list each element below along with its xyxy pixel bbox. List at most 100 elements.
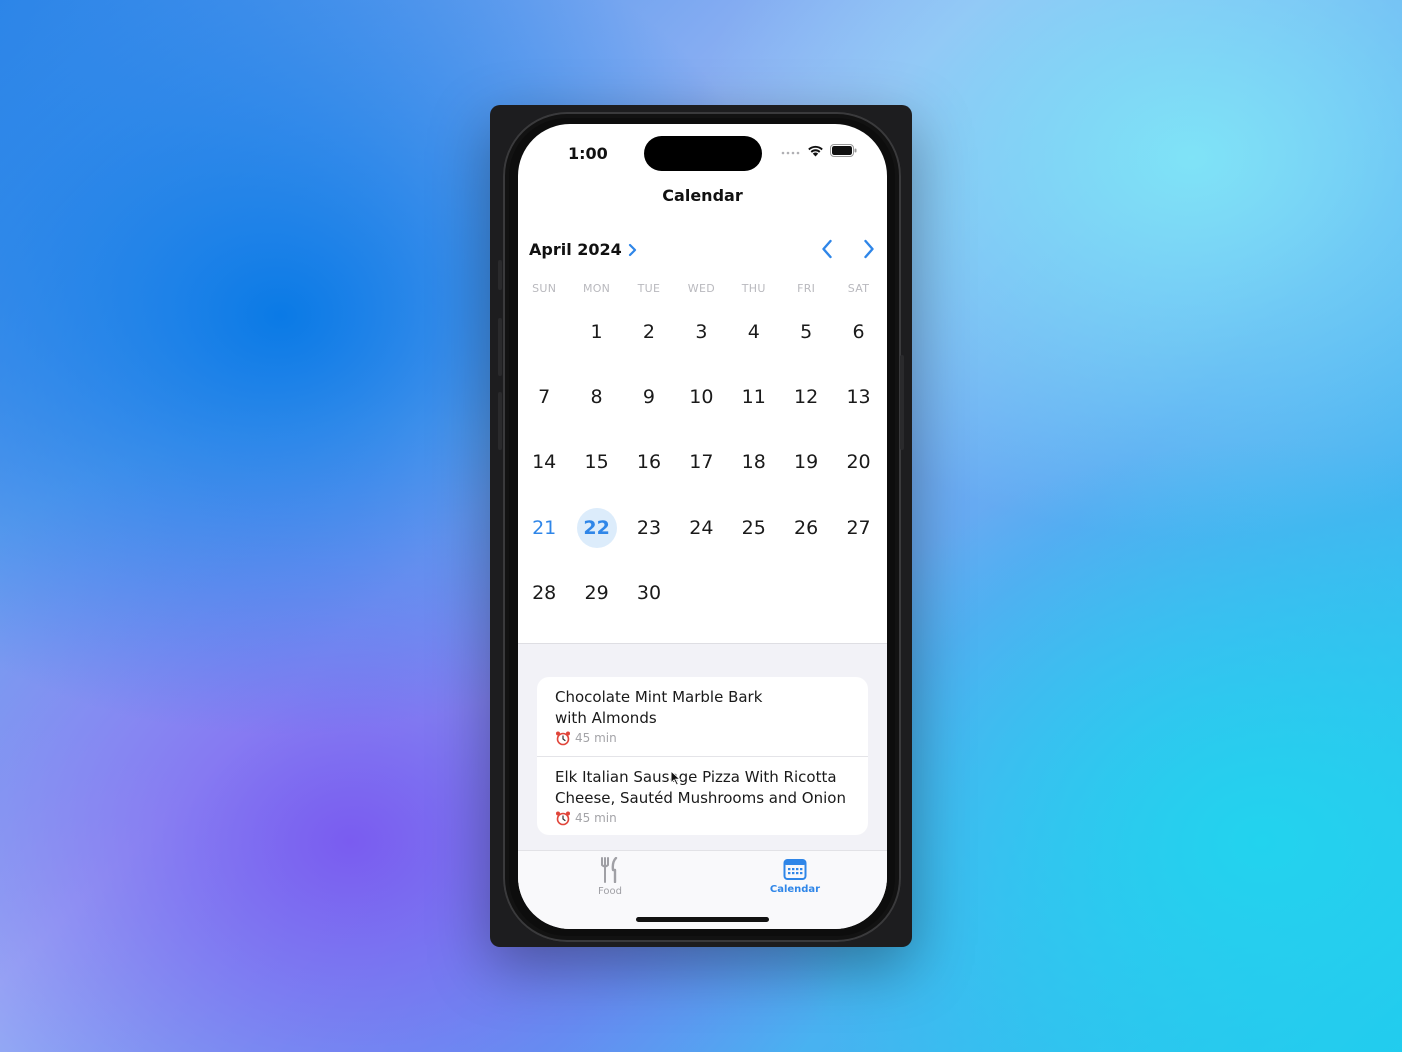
- chevron-right-icon: [628, 243, 636, 256]
- day-number: 6: [852, 320, 865, 343]
- day-number: 9: [642, 385, 656, 408]
- day-cell[interactable]: 15: [570, 441, 622, 483]
- day-cell[interactable]: 3: [675, 311, 727, 353]
- day-number: 18: [741, 451, 766, 474]
- recipe-row[interactable]: Elk Italian Sausage Pizza With Ricotta C…: [537, 756, 868, 835]
- day-cell[interactable]: 14: [518, 441, 570, 483]
- day-number: 27: [846, 516, 871, 539]
- tab-food-label: Food: [598, 886, 622, 897]
- recipe-title-line: with Almonds: [555, 709, 657, 727]
- day-number: 5: [800, 320, 813, 343]
- recipe-time: 45 min: [575, 811, 617, 825]
- previous-month-button[interactable]: [815, 236, 839, 262]
- day-number: 4: [747, 320, 760, 343]
- day-number: 13: [846, 385, 871, 408]
- recipe-row[interactable]: Chocolate Mint Marble Bark with Almonds …: [537, 677, 868, 756]
- day-cell[interactable]: 13: [832, 376, 884, 418]
- day-cell[interactable]: 5: [780, 311, 832, 353]
- calendar-week: 7 8 9 10 11 12 13: [518, 364, 887, 429]
- day-cell[interactable]: 2: [623, 311, 675, 353]
- day-number: 26: [794, 516, 819, 539]
- month-picker-button[interactable]: April 2024: [529, 240, 637, 259]
- day-number: 1: [590, 320, 603, 343]
- day-cell[interactable]: 24: [675, 507, 727, 549]
- day-cell[interactable]: 29: [570, 572, 622, 614]
- phone-screen: 1:00 Calendar April 2024 SUN MON TUE WED…: [518, 124, 887, 929]
- fork-knife-icon: [601, 857, 618, 883]
- day-number: 23: [636, 516, 662, 539]
- day-cell[interactable]: 28: [518, 572, 570, 614]
- day-number: 3: [695, 320, 708, 343]
- day-cell[interactable]: 1: [570, 311, 622, 353]
- recipe-title: Chocolate Mint Marble Bark with Almonds: [555, 687, 850, 729]
- volume-down-button: [498, 392, 502, 450]
- day-number: 21: [532, 516, 557, 539]
- day-cell[interactable]: 21: [518, 507, 570, 549]
- empty-day-cell: [675, 572, 727, 614]
- mouse-cursor-icon: [670, 770, 681, 786]
- day-number: 11: [741, 385, 766, 408]
- day-cell[interactable]: 20: [832, 441, 884, 483]
- day-cell[interactable]: 17: [675, 441, 727, 483]
- day-cell[interactable]: 8: [570, 376, 622, 418]
- calendar-grid: 1 2 3 4 5 6 7 8 9 10 11 12 13 14 15 16 17 18 19 20 21 22 23 24 2…: [518, 299, 887, 625]
- status-time: 1:00: [568, 144, 608, 163]
- empty-day-cell: [728, 572, 780, 614]
- page-title: Calendar: [662, 186, 743, 205]
- weekday-label: MON: [582, 282, 611, 295]
- day-number: 22: [576, 507, 617, 548]
- tab-food[interactable]: Food: [570, 857, 650, 897]
- day-cell[interactable]: 9: [623, 376, 675, 418]
- empty-day-cell: [780, 572, 832, 614]
- weekday-header: SUN MON TUE WED THU FRI SAT: [518, 282, 887, 295]
- calendar-week: 1 2 3 4 5 6: [518, 299, 887, 364]
- day-cell[interactable]: 27: [832, 507, 884, 549]
- day-number: 25: [741, 516, 766, 539]
- tab-calendar-label: Calendar: [769, 884, 821, 895]
- home-indicator: [636, 917, 769, 922]
- next-month-button[interactable]: [857, 236, 881, 262]
- recipe-list: Chocolate Mint Marble Bark with Almonds …: [537, 677, 868, 835]
- calendar-week: 14 15 16 17 18 19 20: [518, 430, 887, 495]
- recipe-meta: 45 min: [555, 810, 850, 826]
- recipe-time: 45 min: [575, 731, 617, 745]
- tab-calendar[interactable]: Calendar: [755, 857, 835, 895]
- day-cell[interactable]: 26: [780, 507, 832, 549]
- empty-day-cell: [518, 311, 570, 353]
- day-cell[interactable]: 11: [728, 376, 780, 418]
- day-cell[interactable]: 22: [570, 507, 622, 549]
- power-button: [900, 355, 904, 450]
- chevron-right-icon: [864, 239, 874, 259]
- calendar-week: 28 29 30: [518, 560, 887, 625]
- day-cell[interactable]: 23: [623, 507, 675, 549]
- day-number: 29: [584, 581, 609, 604]
- day-number: 17: [689, 451, 714, 474]
- day-cell[interactable]: 19: [780, 441, 832, 483]
- weekday-label: TUE: [637, 282, 661, 295]
- day-cell[interactable]: 6: [832, 311, 884, 353]
- day-number: 7: [538, 385, 551, 408]
- day-cell[interactable]: 7: [518, 376, 570, 418]
- day-cell[interactable]: 12: [780, 376, 832, 418]
- month-label: April 2024: [529, 240, 622, 259]
- day-cell[interactable]: 16: [623, 441, 675, 483]
- day-cell[interactable]: 18: [728, 441, 780, 483]
- day-cell[interactable]: 30: [623, 572, 675, 614]
- day-number: 14: [532, 451, 557, 474]
- day-cell[interactable]: 4: [728, 311, 780, 353]
- recipe-title-line: Elk Italian Sausage Pizza With Ricotta: [555, 768, 837, 786]
- calendar-week: 21 22 23 24 25 26 27: [518, 495, 887, 560]
- alarm-clock-icon: [556, 731, 570, 746]
- weekday-label: SAT: [847, 282, 870, 295]
- day-number: 2: [642, 320, 656, 343]
- day-number: 16: [636, 451, 662, 474]
- month-nav: [815, 236, 881, 262]
- action-button: [498, 260, 502, 290]
- recipe-meta: 45 min: [555, 730, 850, 746]
- day-number: 19: [794, 451, 819, 474]
- recipe-title: Elk Italian Sausage Pizza With Ricotta C…: [555, 767, 850, 809]
- day-number: 28: [532, 581, 557, 604]
- day-cell[interactable]: 10: [675, 376, 727, 418]
- day-cell[interactable]: 25: [728, 507, 780, 549]
- status-icons: [781, 144, 857, 157]
